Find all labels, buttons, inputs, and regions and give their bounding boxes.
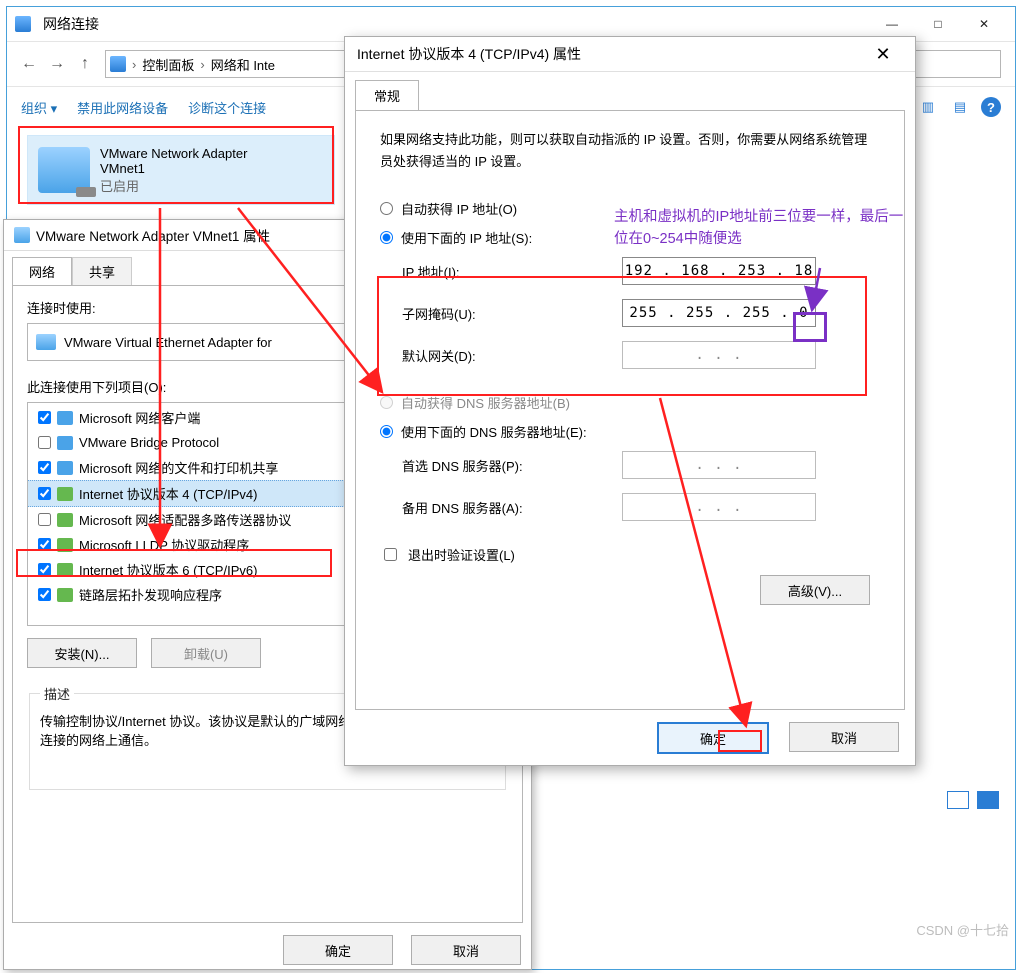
- uninstall-button: 卸载(U): [151, 638, 261, 668]
- item-label: Microsoft LLDP 协议驱动程序: [79, 535, 249, 554]
- item-checkbox[interactable]: [38, 538, 51, 551]
- auto-dns-label: 自动获得 DNS 服务器地址(B): [401, 393, 570, 412]
- protocol-icon: [57, 461, 73, 475]
- watermark: CSDN @十七拾: [916, 920, 1009, 939]
- item-checkbox[interactable]: [38, 588, 51, 601]
- back-button[interactable]: ←: [15, 50, 43, 78]
- breadcrumb-icon: [110, 56, 126, 72]
- ip-address-field[interactable]: 192 . 168 . 253 . 18: [622, 257, 816, 285]
- gateway-label: 默认网关(D):: [402, 346, 622, 365]
- use-dns-radio[interactable]: [380, 425, 393, 438]
- connect-using-value: VMware Virtual Ethernet Adapter for: [64, 335, 272, 350]
- ok-button[interactable]: 确定: [283, 935, 393, 965]
- up-button[interactable]: ↑: [71, 50, 99, 78]
- protocol-icon: [57, 487, 73, 501]
- app-icon: [15, 16, 31, 32]
- protocol-icon: [57, 538, 73, 552]
- auto-dns-radio: [380, 396, 393, 409]
- validate-checkbox[interactable]: [384, 548, 397, 561]
- dialog-titlebar: Internet 协议版本 4 (TCP/IPv4) 属性 ✕: [345, 37, 915, 72]
- details-icon[interactable]: ▤: [949, 96, 971, 118]
- tab-network[interactable]: 网络: [12, 257, 72, 285]
- tab-general[interactable]: 常规: [355, 80, 419, 110]
- breadcrumb-control-panel[interactable]: 控制面板: [142, 55, 194, 74]
- pref-dns-label: 首选 DNS 服务器(P):: [402, 456, 622, 475]
- protocol-icon: [57, 588, 73, 602]
- adapter-item[interactable]: VMware Network AdapterVMnet1 已启用: [27, 135, 335, 205]
- instruction-text: 如果网络支持此功能，则可以获取自动指派的 IP 设置。否则，你需要从网络系统管理…: [380, 129, 880, 173]
- close-button[interactable]: ✕: [961, 9, 1007, 39]
- minimize-button[interactable]: —: [869, 9, 915, 39]
- help-icon[interactable]: ?: [981, 97, 1001, 117]
- maximize-button[interactable]: □: [915, 9, 961, 39]
- install-button[interactable]: 安装(N)...: [27, 638, 137, 668]
- pref-dns-field[interactable]: . . .: [622, 451, 816, 479]
- close-button[interactable]: ✕: [863, 44, 903, 65]
- use-ip-radio[interactable]: [380, 231, 393, 244]
- subnet-label: 子网掩码(U):: [402, 304, 622, 323]
- breadcrumb-network[interactable]: 网络和 Inte: [211, 55, 275, 74]
- item-label: 链路层拓扑发现响应程序: [79, 585, 222, 604]
- adapter-icon: [38, 147, 90, 193]
- subnet-field[interactable]: 255 . 255 . 255 . 0: [622, 299, 816, 327]
- annotation-text: 主机和虚拟机的IP地址前三位要一样，最后一位在0~254中随便选: [614, 206, 904, 250]
- alt-dns-label: 备用 DNS 服务器(A):: [402, 498, 622, 517]
- ip-address-label: IP 地址(I):: [402, 262, 622, 281]
- item-label: VMware Bridge Protocol: [79, 435, 219, 450]
- protocol-icon: [57, 411, 73, 425]
- item-label: Internet 协议版本 4 (TCP/IPv4): [79, 484, 257, 503]
- validate-label: 退出时验证设置(L): [408, 545, 515, 564]
- organize-menu[interactable]: 组织 ▾: [21, 98, 57, 117]
- diagnose-button[interactable]: 诊断这个连接: [188, 98, 266, 117]
- nic-icon: [36, 334, 56, 350]
- alt-dns-field[interactable]: . . .: [622, 493, 816, 521]
- item-checkbox[interactable]: [38, 563, 51, 576]
- description-label: 描述: [40, 684, 74, 703]
- item-label: Microsoft 网络适配器多路传送器协议: [79, 510, 291, 529]
- item-label: Microsoft 网络的文件和打印机共享: [79, 458, 278, 477]
- forward-button[interactable]: →: [43, 50, 71, 78]
- protocol-icon: [57, 563, 73, 577]
- item-checkbox[interactable]: [38, 513, 51, 526]
- use-ip-label: 使用下面的 IP 地址(S):: [401, 228, 532, 247]
- view-mode-icon[interactable]: [947, 791, 969, 809]
- adapter-name: VMware Network AdapterVMnet1: [100, 146, 247, 176]
- view-icon[interactable]: ▥: [917, 96, 939, 118]
- tab-sharing[interactable]: 共享: [72, 257, 132, 285]
- dialog-title: Internet 协议版本 4 (TCP/IPv4) 属性: [357, 44, 581, 64]
- window-title: 网络连接: [43, 14, 869, 34]
- ipv4-properties-dialog: Internet 协议版本 4 (TCP/IPv4) 属性 ✕ 常规 如果网络支…: [344, 36, 916, 766]
- adapter-status: 已启用: [100, 176, 247, 195]
- cancel-button[interactable]: 取消: [411, 935, 521, 965]
- protocol-icon: [57, 436, 73, 450]
- ok-button[interactable]: 确定: [657, 722, 769, 754]
- item-label: Internet 协议版本 6 (TCP/IPv6): [79, 560, 257, 579]
- auto-ip-radio[interactable]: [380, 202, 393, 215]
- auto-ip-label: 自动获得 IP 地址(O): [401, 199, 517, 218]
- dialog-title: VMware Network Adapter VMnet1 属性: [36, 225, 270, 245]
- advanced-button[interactable]: 高级(V)...: [760, 575, 870, 605]
- gateway-field[interactable]: . . .: [622, 341, 816, 369]
- item-checkbox[interactable]: [38, 436, 51, 449]
- item-checkbox[interactable]: [38, 461, 51, 474]
- statusbar-icons: [947, 791, 999, 809]
- view-mode-icon-active[interactable]: [977, 791, 999, 809]
- item-label: Microsoft 网络客户端: [79, 408, 200, 427]
- item-checkbox[interactable]: [38, 411, 51, 424]
- disable-device-button[interactable]: 禁用此网络设备: [77, 98, 168, 117]
- use-dns-label: 使用下面的 DNS 服务器地址(E):: [401, 422, 587, 441]
- protocol-icon: [57, 513, 73, 527]
- dialog-icon: [14, 227, 30, 243]
- cancel-button[interactable]: 取消: [789, 722, 899, 752]
- item-checkbox[interactable]: [38, 487, 51, 500]
